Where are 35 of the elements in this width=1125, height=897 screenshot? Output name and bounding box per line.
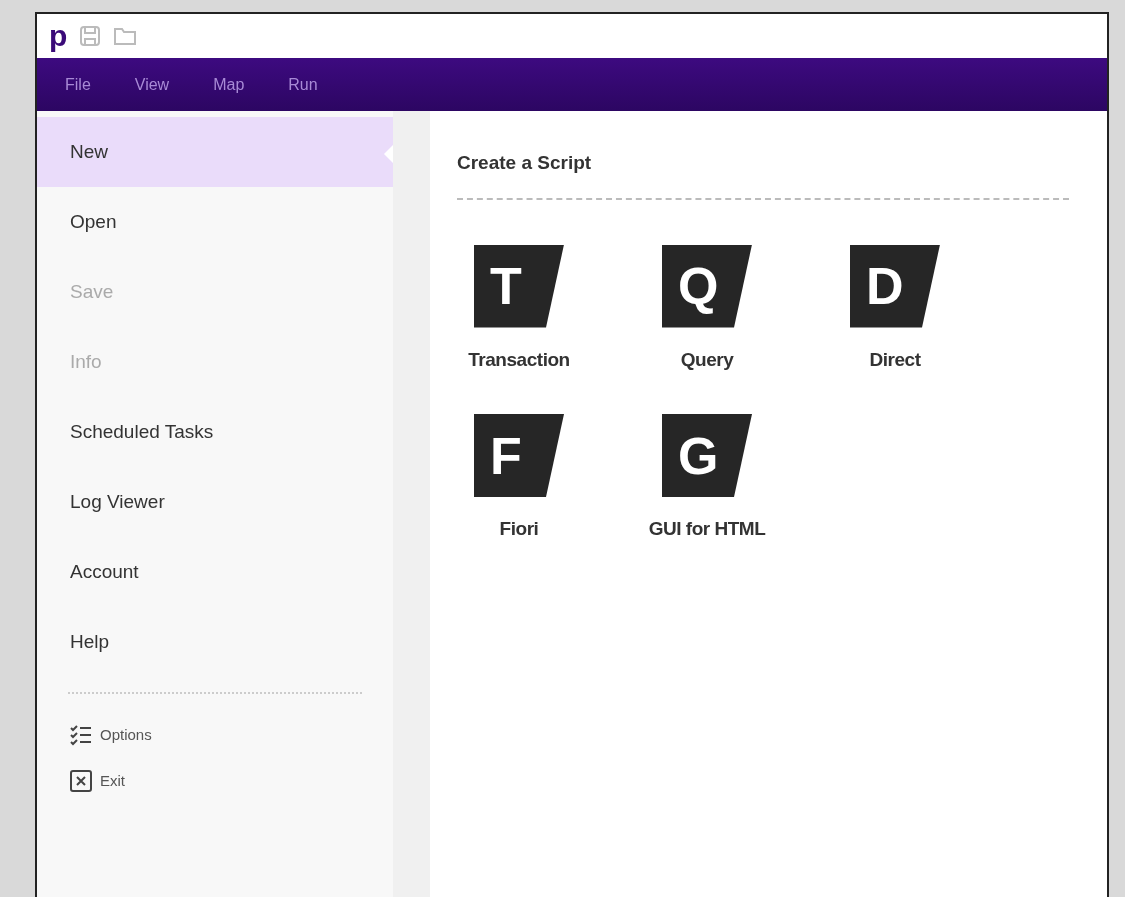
letter-badge: D — [850, 244, 940, 328]
menu-item[interactable]: Run — [288, 72, 318, 97]
checklist-icon — [70, 724, 92, 746]
action-label: Options — [100, 724, 152, 745]
sidebar-item[interactable]: Account — [37, 537, 393, 607]
folder-icon[interactable] — [113, 26, 138, 46]
sidebar-action[interactable]: Options — [37, 712, 393, 758]
sidebar-action[interactable]: Exit — [37, 758, 393, 804]
script-type-tile[interactable]: G GUI for HTML — [627, 414, 787, 544]
menu-item[interactable]: Map — [213, 72, 245, 97]
menu-item[interactable]: View — [134, 72, 170, 97]
close-box-icon — [70, 770, 92, 792]
sidebar-item[interactable]: Log Viewer — [37, 467, 393, 537]
letter-badge: Q — [662, 244, 752, 328]
script-type-tile[interactable]: Q Query — [627, 244, 787, 374]
sidebar-item[interactable]: Help — [37, 607, 393, 677]
app-logo: p — [49, 21, 68, 51]
sidebar-item[interactable]: Open — [37, 187, 393, 257]
action-label: Exit — [100, 770, 125, 791]
tile-label: Direct — [869, 347, 921, 372]
letter-badge: F — [474, 414, 564, 497]
tile-label: Query — [680, 347, 734, 372]
save-icon[interactable] — [79, 25, 102, 47]
letter-badge: G — [662, 414, 752, 497]
tile-label: Fiori — [499, 517, 539, 541]
sidebar-item[interactable]: Scheduled Tasks — [37, 397, 393, 467]
script-type-tile[interactable]: T Transaction — [439, 244, 599, 374]
tile-label: Transaction — [468, 347, 570, 372]
section-title: Create a Script — [457, 151, 593, 175]
tile-label: GUI for HTML — [648, 517, 766, 541]
sidebar-item[interactable]: New — [37, 117, 393, 187]
script-type-tile[interactable]: F Fiori — [439, 414, 599, 544]
script-type-tile[interactable]: D Direct — [815, 244, 975, 374]
letter-badge: T — [474, 244, 564, 328]
menu-item[interactable]: File — [65, 72, 91, 97]
